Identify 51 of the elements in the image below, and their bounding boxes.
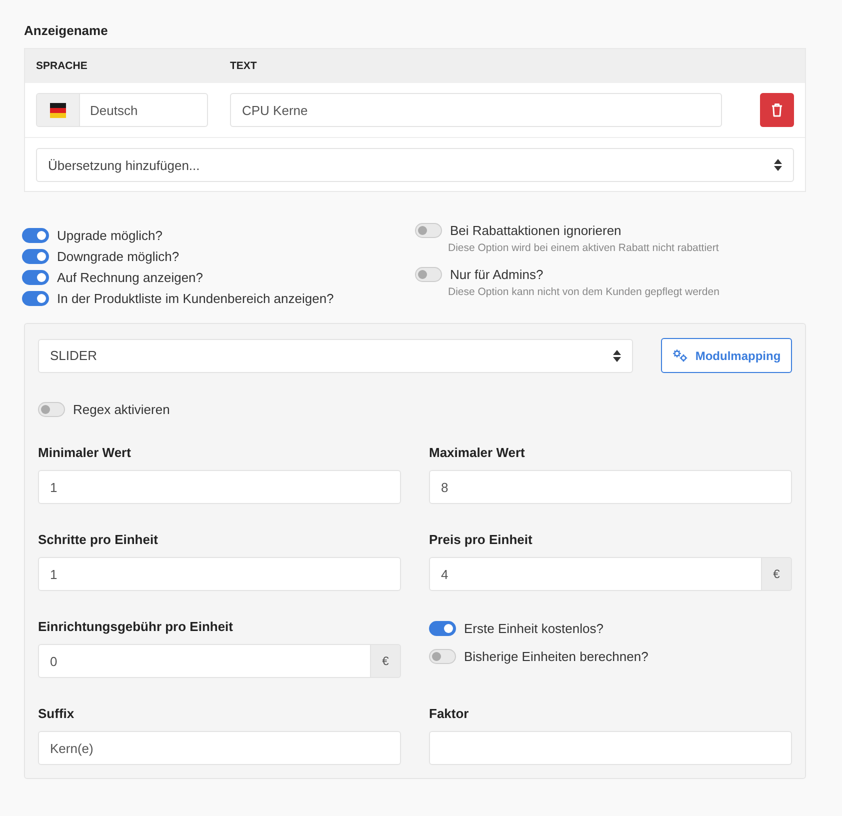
field-label: Suffix [38, 705, 76, 722]
column-header: SPRACHE [36, 60, 88, 72]
unit-addon: € [762, 557, 792, 591]
toggle-switch[interactable] [22, 291, 49, 306]
toggle-switch[interactable] [22, 228, 49, 243]
field-label: Faktor [429, 705, 470, 722]
field-label: Preis pro Einheit [429, 531, 534, 548]
updown-caret-icon [613, 350, 621, 362]
toggle-switch[interactable] [22, 249, 49, 264]
trash-icon [771, 103, 783, 117]
toggle-switch[interactable] [429, 648, 456, 664]
section-label: Anzeigename [24, 22, 109, 39]
type-select[interactable]: SLIDER [38, 338, 633, 372]
delete-button[interactable] [760, 93, 794, 127]
field-label: Maximaler Wert [429, 444, 526, 461]
toggle-label: Bisherige Einheiten berechnen? [464, 648, 648, 664]
updown-caret-icon [774, 159, 782, 171]
toggle-label: Bei Rabattaktionen ignorieren [450, 222, 622, 238]
option-hint: Diese Option kann nicht von dem Kunden gepflegt werden [447, 286, 720, 298]
input-field[interactable]: 4 [429, 557, 762, 591]
input-field[interactable]: Kern(e) [38, 731, 401, 765]
input-field[interactable]: 8 [429, 470, 792, 504]
toggle-switch[interactable] [22, 270, 49, 285]
modulmapping-button[interactable]: Modulmapping [661, 338, 792, 373]
text-input[interactable]: CPU Kerne [230, 93, 722, 127]
input-field[interactable] [429, 731, 792, 765]
flag-icon [50, 102, 66, 118]
toggle-switch[interactable] [415, 222, 442, 238]
input-field[interactable]: 0 [38, 644, 371, 678]
unit-addon: € [371, 644, 401, 678]
toggle-switch[interactable] [38, 402, 65, 416]
toggle-label: Erste Einheit kostenlos? [464, 620, 604, 636]
add-translation-select[interactable]: Übersetzung hinzufügen... [36, 148, 794, 182]
option-hint: Diese Option wird bei einem aktiven Rabatt nicht rabattiert [447, 242, 720, 254]
toggle-switch[interactable] [429, 620, 456, 636]
toggle-label: Regex aktivieren [73, 402, 170, 416]
column-header: TEXT [230, 60, 258, 72]
toggle-switch[interactable] [415, 266, 442, 282]
gears-icon [672, 349, 688, 362]
toggle-label: Upgrade möglich? [57, 228, 163, 243]
field-label: Schritte pro Einheit [38, 531, 159, 548]
toggle-label: Downgrade möglich? [57, 249, 180, 264]
language-field[interactable]: Deutsch [36, 93, 208, 127]
field-label: Minimaler Wert [38, 444, 132, 461]
input-field[interactable]: 1 [38, 470, 401, 504]
field-label: Einrichtungsgebühr pro Einheit [38, 618, 234, 635]
input-field[interactable]: 1 [38, 557, 401, 591]
toggle-label: Auf Rechnung anzeigen? [57, 270, 204, 285]
toggle-label: Nur für Admins? [450, 266, 544, 282]
toggle-label: In der Produktliste im Kundenbereich anzeigen? [57, 291, 334, 306]
language-value: Deutsch [89, 102, 138, 120]
